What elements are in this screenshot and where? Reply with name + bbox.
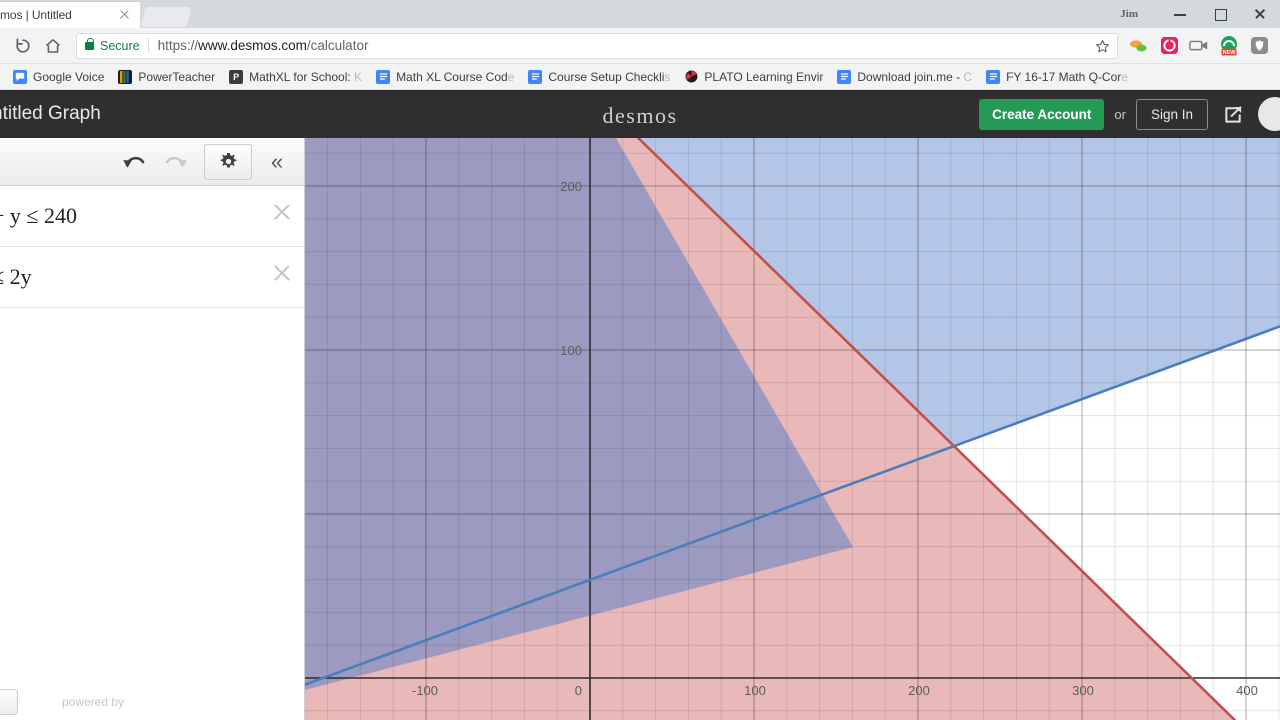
bookmark-label: PLATO Learning Envir (704, 69, 824, 84)
bookmark-label-fade: e (1121, 69, 1128, 84)
keyboard-icon[interactable] (0, 689, 18, 715)
browser-toolbar: Secure https://www.desmos.com/calculator (0, 28, 1280, 64)
reload-icon[interactable] (8, 31, 38, 61)
bookmark-item[interactable]: PLATO Learning Envir (677, 66, 830, 88)
browser-titlebar: mos | Untitled Jim (0, 0, 1280, 28)
y-tick-label: 200 (560, 179, 582, 194)
bookmark-item[interactable]: Download join.me - C (830, 66, 979, 88)
bookmark-item[interactable]: Google Voice (6, 66, 111, 88)
docs-icon (986, 69, 1001, 84)
bookmark-item[interactable]: Math XL Course Code (369, 66, 521, 88)
x-tick-label: 0 (575, 683, 582, 698)
browser-tab[interactable]: mos | Untitled (0, 2, 140, 28)
plato-icon (684, 70, 698, 84)
powerteacher-icon (118, 69, 133, 84)
docs-icon (528, 69, 543, 84)
x-tick-label: 300 (1072, 683, 1094, 698)
bookmark-label: Math XL Course Cod (396, 69, 508, 84)
redo-icon[interactable] (160, 145, 194, 179)
screencast-icon[interactable] (1186, 33, 1212, 59)
omnibox-divider (147, 38, 149, 53)
lock-icon (85, 37, 94, 50)
expression-delete-icon[interactable] (272, 202, 292, 222)
y-tick-label: 100 (560, 343, 582, 358)
bookmark-label: MathXL for School: (249, 69, 351, 84)
home-icon[interactable] (38, 31, 68, 61)
bookmark-label-fade: K (350, 69, 363, 84)
security-label: Secure (100, 38, 140, 53)
expression-text: ≤ 2y (0, 264, 32, 289)
star-icon[interactable] (1095, 39, 1110, 59)
google-voice-icon (13, 69, 27, 84)
tab-title: mos | Untitled (0, 8, 72, 22)
close-icon[interactable] (1240, 0, 1280, 28)
bookmark-item[interactable]: PowerTeacher (111, 66, 222, 88)
tab-close-icon[interactable] (118, 8, 132, 22)
create-account-button[interactable]: Create Account (979, 98, 1105, 130)
gear-icon[interactable] (204, 143, 252, 180)
sign-in-button[interactable]: Sign In (1135, 98, 1208, 130)
desmos-header-actions: Create Account or Sign In (979, 90, 1280, 138)
join-me-extension-icon[interactable]: NEW (1216, 33, 1242, 59)
url-scheme: https:// (157, 38, 199, 53)
avatar[interactable] (1258, 97, 1280, 131)
double-chevron-left-icon[interactable]: « (262, 145, 292, 179)
bookmark-label: Download join.me - (857, 69, 961, 84)
url-domain: www.desmos.com (198, 38, 307, 53)
x-tick-label: 100 (744, 683, 766, 698)
bookmark-label-fade: C (960, 69, 973, 84)
profile-name[interactable]: Jim (1120, 8, 1138, 20)
sidebar-toolbar: « (0, 138, 304, 186)
or-label: or (1114, 106, 1126, 122)
extension-tray: NEW (1126, 33, 1272, 59)
url-path: /calculator (306, 38, 369, 53)
desmos-calculator: ntitled Graph desmos Create Account or S… (0, 90, 1280, 720)
expression-text: + y ≤ 240 (0, 203, 77, 228)
pill-extension-icon[interactable] (1126, 33, 1152, 59)
docs-icon (837, 69, 852, 84)
window-controls: Jim (1120, 0, 1280, 28)
bookmark-label: PowerTeacher (138, 69, 216, 84)
bookmark-item[interactable]: Course Setup Checklis (521, 66, 677, 88)
bookmark-item[interactable]: P MathXL for School: K (222, 66, 369, 88)
minimize-icon[interactable] (1160, 0, 1200, 28)
bookmark-label: Course Setup Checkli (548, 69, 665, 84)
expression-row[interactable]: + y ≤ 240 (0, 186, 304, 247)
maximize-icon[interactable] (1200, 0, 1240, 28)
graph-canvas[interactable]: -100 0 100 200 300 400 100 200 (305, 138, 1280, 720)
docs-icon (376, 69, 391, 84)
browser-window: mos | Untitled Jim Secure https://www.de… (0, 0, 1280, 720)
x-tick-label: 200 (908, 683, 930, 698)
undo-icon[interactable] (116, 145, 150, 179)
expression-row[interactable]: ≤ 2y (0, 247, 304, 308)
share-icon[interactable] (1218, 99, 1248, 129)
powered-by-label: powered by (62, 695, 125, 709)
bookmarks-bar: Google Voice PowerTeacher P MathXL for S… (0, 64, 1280, 90)
new-tab-button[interactable] (140, 7, 192, 27)
bookmark-label: Google Voice (33, 69, 105, 84)
x-tick-label: 400 (1236, 683, 1258, 698)
graph-svg: -100 0 100 200 300 400 100 200 (305, 138, 1280, 720)
sidebar-footer: powered by (0, 684, 305, 720)
record-extension-icon[interactable] (1156, 33, 1182, 59)
x-tick-label: -100 (412, 683, 438, 698)
bookmark-label-fade: e (507, 69, 515, 84)
expression-row-empty[interactable] (0, 308, 304, 369)
svg-text:NEW: NEW (1223, 50, 1236, 56)
desmos-header: ntitled Graph desmos Create Account or S… (0, 90, 1280, 138)
url-text: https://www.desmos.com/calculator (158, 38, 369, 53)
bookmark-item[interactable]: FY 16-17 Math Q-Core (979, 66, 1135, 88)
bookmark-label-fade: s (664, 69, 671, 84)
mathxl-icon: P (229, 69, 244, 84)
expression-sidebar: « + y ≤ 240 ≤ 2y powered by (0, 138, 305, 720)
shield-extension-icon[interactable] (1246, 33, 1272, 59)
bookmark-label: FY 16-17 Math Q-Cor (1006, 69, 1122, 84)
expression-delete-icon[interactable] (272, 263, 292, 283)
address-bar[interactable]: Secure https://www.desmos.com/calculator (76, 32, 1118, 59)
